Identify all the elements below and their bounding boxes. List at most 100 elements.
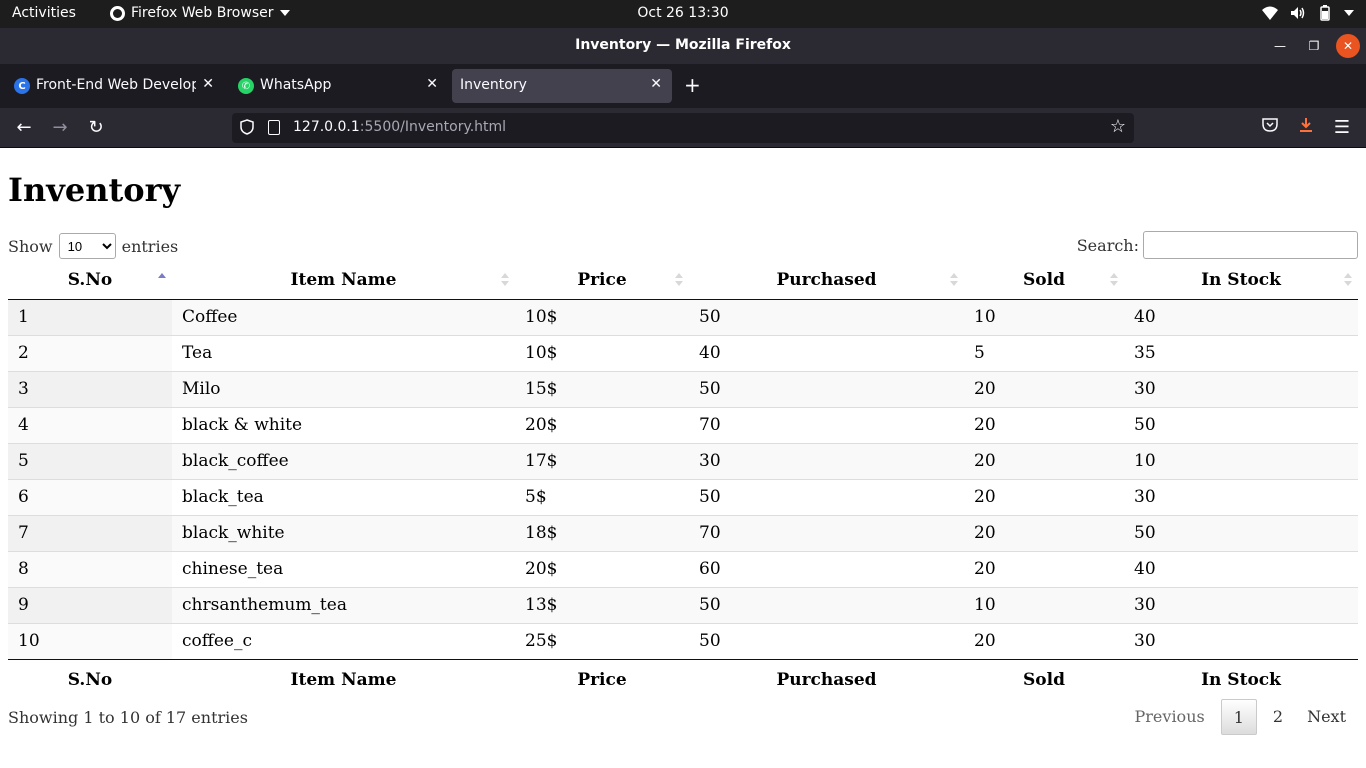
cell-in-stock: 35 (1124, 334, 1358, 371)
sort-ascending-icon (158, 273, 166, 287)
page-button-2[interactable]: 2 (1261, 699, 1295, 735)
cell-purchased: 50 (689, 586, 964, 623)
cell-price: 20$ (515, 550, 689, 587)
whatsapp-icon: ✆ (238, 78, 254, 94)
navigation-toolbar: ← → ↻ 127.0.0.1:5500/Inventory.html ☆ ☰ (0, 108, 1366, 148)
column-header-in-stock[interactable]: In Stock (1124, 261, 1358, 300)
tab-whatsapp[interactable]: ✆ WhatsApp ✕ (228, 69, 448, 103)
close-tab-icon[interactable]: ✕ (202, 76, 214, 92)
volume-icon (1291, 7, 1305, 19)
cell-sold: 20 (964, 550, 1124, 587)
cell-price: 13$ (515, 586, 689, 623)
page-content: Inventory Show 10 entries Search: S.No I… (0, 149, 1366, 768)
column-header-label: Purchased (776, 269, 877, 290)
page-title: Inventory (8, 171, 181, 209)
cell-item-name: black_coffee (172, 442, 515, 479)
column-header-price[interactable]: Price (515, 261, 689, 300)
cell-item-name: black & white (172, 406, 515, 443)
tab-label: WhatsApp (260, 77, 332, 93)
column-header-purchased[interactable]: Purchased (689, 261, 964, 300)
address-bar[interactable]: 127.0.0.1:5500/Inventory.html ☆ (232, 113, 1134, 143)
previous-page-button[interactable]: Previous (1123, 699, 1217, 735)
search-input[interactable] (1143, 231, 1358, 259)
table-row: 4 black & white 20$ 70 20 50 (8, 406, 1358, 443)
cell-sold: 20 (964, 478, 1124, 515)
tracking-protection-shield-icon[interactable] (240, 119, 254, 135)
hamburger-menu-icon[interactable]: ☰ (1330, 116, 1354, 140)
system-status-area[interactable] (1262, 5, 1354, 21)
column-header-sno[interactable]: S.No (8, 261, 172, 300)
back-arrow-icon[interactable]: ← (12, 116, 36, 140)
cell-in-stock: 30 (1124, 478, 1358, 515)
reload-icon[interactable]: ↻ (84, 116, 108, 140)
table-header-row: S.No Item Name Price Purchased Sold In S… (8, 261, 1358, 300)
sort-icon (1110, 273, 1118, 287)
maximize-button[interactable]: ❐ (1302, 34, 1326, 58)
table-row: 3 Milo 15$ 50 20 30 (8, 370, 1358, 407)
close-tab-icon[interactable]: ✕ (426, 76, 438, 92)
pagination: Previous 1 2 Next (1123, 699, 1358, 735)
cell-in-stock: 50 (1124, 406, 1358, 443)
forward-arrow-icon[interactable]: → (48, 116, 72, 140)
table-row: 1 Coffee 10$ 50 10 40 (8, 299, 1358, 335)
table-row: 8 chinese_tea 20$ 60 20 40 (8, 550, 1358, 587)
table-search: Search: (1077, 231, 1358, 259)
cell-item-name: chrsanthemum_tea (172, 586, 515, 623)
cell-purchased: 70 (689, 406, 964, 443)
footer-label-price: Price (515, 658, 689, 700)
minimize-button[interactable]: — (1268, 34, 1292, 58)
system-top-bar: Activities Firefox Web Browser Oct 26 13… (0, 0, 1366, 28)
table-row: 2 Tea 10$ 40 5 35 (8, 334, 1358, 371)
download-icon[interactable] (1297, 116, 1315, 134)
cell-in-stock: 30 (1124, 622, 1358, 659)
tab-strip: C Front-End Web Developm ✕ ✆ WhatsApp ✕ … (0, 64, 1366, 108)
clock[interactable]: Oct 26 13:30 (637, 5, 728, 21)
cell-sno: 1 (8, 299, 172, 335)
column-header-label: Sold (1023, 269, 1065, 290)
wifi-icon (1262, 6, 1278, 20)
tab-inventory[interactable]: Inventory ✕ (452, 69, 672, 103)
cell-item-name: black_tea (172, 478, 515, 515)
next-page-button[interactable]: Next (1295, 699, 1358, 735)
cell-sno: 4 (8, 406, 172, 443)
bookmark-star-icon[interactable]: ☆ (1110, 116, 1126, 137)
cell-sold: 20 (964, 442, 1124, 479)
column-header-label: Item Name (290, 269, 397, 290)
column-header-item-name[interactable]: Item Name (172, 261, 515, 300)
cell-item-name: coffee_c (172, 622, 515, 659)
table-row: 7 black_white 18$ 70 20 50 (8, 514, 1358, 551)
pocket-icon[interactable] (1261, 116, 1279, 134)
cell-sold: 10 (964, 586, 1124, 623)
entries-label: entries (121, 236, 179, 256)
new-tab-button[interactable]: + (684, 74, 701, 96)
cell-sold: 20 (964, 514, 1124, 551)
cell-item-name: Tea (172, 334, 515, 371)
cell-sno: 5 (8, 442, 172, 479)
cell-sold: 5 (964, 334, 1124, 371)
column-header-label: Price (577, 269, 627, 290)
page-info-icon[interactable] (268, 120, 280, 135)
page-button-1[interactable]: 1 (1220, 699, 1257, 735)
footer-label-purchased: Purchased (689, 658, 964, 700)
window-title: Inventory — Mozilla Firefox (575, 37, 791, 53)
cell-purchased: 50 (689, 370, 964, 407)
cell-sno: 7 (8, 514, 172, 551)
column-header-sold[interactable]: Sold (964, 261, 1124, 300)
entries-per-page-select[interactable]: 10 (58, 233, 116, 259)
close-tab-icon[interactable]: ✕ (650, 76, 662, 92)
cell-purchased: 50 (689, 299, 964, 335)
sort-icon (501, 273, 509, 287)
sort-icon (1344, 273, 1352, 287)
url-text[interactable]: 127.0.0.1:5500/Inventory.html (293, 119, 506, 135)
table-body: 1 Coffee 10$ 50 10 40 2 Tea 10$ 40 5 35 3 Milo 15$ 50 20… (8, 299, 1358, 659)
entries-length-control: Show 10 entries (8, 233, 178, 259)
close-window-button[interactable]: ✕ (1336, 34, 1360, 58)
cell-sno: 3 (8, 370, 172, 407)
cell-in-stock: 50 (1124, 514, 1358, 551)
cell-sold: 10 (964, 299, 1124, 335)
cell-price: 20$ (515, 406, 689, 443)
footer-label-sold: Sold (964, 658, 1124, 700)
tab-front-end-web-development[interactable]: C Front-End Web Developm ✕ (4, 69, 224, 103)
cell-sno: 9 (8, 586, 172, 623)
table-info: Showing 1 to 10 of 17 entries (8, 708, 248, 727)
